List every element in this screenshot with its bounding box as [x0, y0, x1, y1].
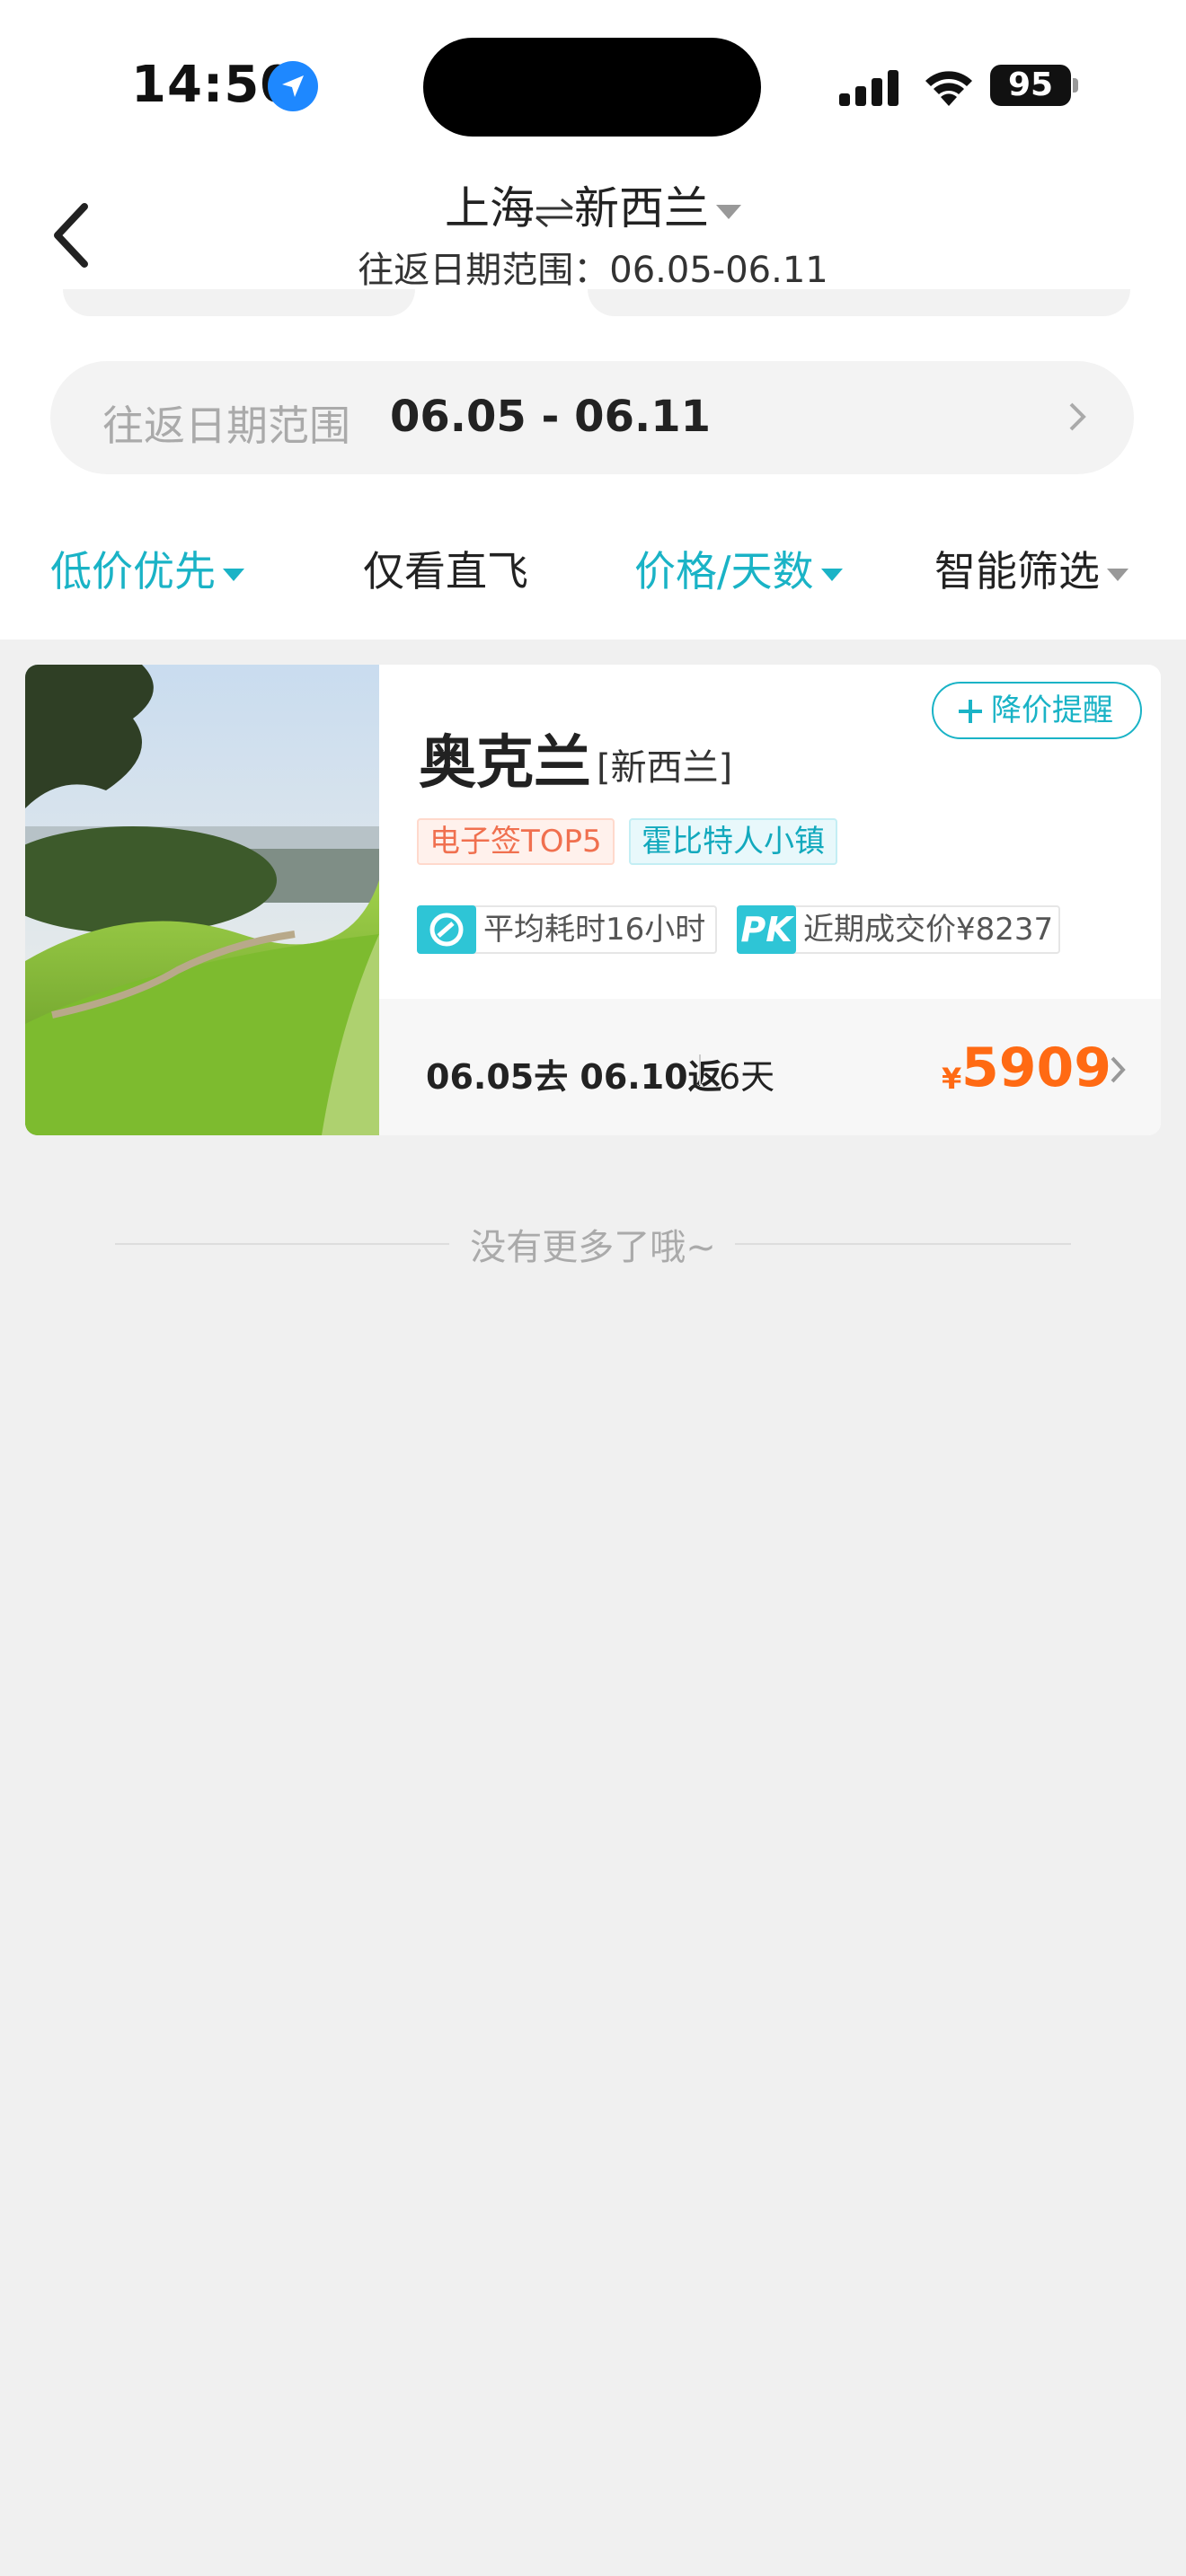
route-title[interactable]: 上海 新西兰 — [0, 172, 1186, 237]
pk-label: PK — [740, 910, 792, 949]
avg-duration-chip: 平均耗时16小时 — [417, 905, 717, 954]
chevron-right-icon[interactable] — [1109, 1054, 1127, 1085]
tag-hobbiton: 霍比特人小镇 — [629, 818, 837, 865]
recent-price-chip: PK 近期成交价¥8237 — [737, 905, 1060, 954]
filter-direct-only[interactable]: 仅看直飞 — [363, 539, 528, 598]
cellular-signal-icon — [839, 70, 898, 106]
price-currency: ¥ — [942, 1062, 962, 1096]
end-of-list-text: 没有更多了哦~ — [470, 1227, 716, 1268]
caret-down-icon — [716, 204, 741, 219]
date-range-bar[interactable]: 往返日期范围 06.05 - 06.11 — [50, 361, 1134, 474]
round-trip-arrows-icon — [535, 198, 573, 227]
filter-label: 智能筛选 — [934, 547, 1100, 595]
battery-indicator: 95 — [990, 65, 1071, 106]
filter-price-days[interactable]: 价格/天数 — [634, 539, 843, 598]
filter-label: 仅看直飞 — [363, 547, 528, 595]
plus-icon — [959, 700, 982, 723]
filter-low-price[interactable]: 低价优先 — [50, 539, 244, 598]
price-value: 5909 — [961, 1037, 1111, 1099]
collapsed-pill-left — [63, 289, 415, 316]
price-alert-button[interactable]: 降价提醒 — [932, 682, 1142, 739]
route-origin: 上海 — [445, 182, 535, 234]
filter-label: 低价优先 — [50, 547, 216, 595]
caret-down-icon — [223, 568, 244, 581]
chevron-right-icon — [1069, 402, 1086, 431]
route-date-subtitle: 往返日期范围：06.05-06.11 — [358, 250, 828, 291]
trip-dates: 06.05去 06.10返 — [426, 1057, 722, 1097]
location-arrow-icon — [268, 61, 318, 111]
divider — [699, 1054, 701, 1085]
route-destination: 新西兰 — [574, 182, 709, 234]
dynamic-island — [423, 38, 761, 137]
price-alert-label: 降价提醒 — [991, 693, 1113, 728]
destination-photo — [25, 665, 379, 1135]
tag-evisa: 电子签TOP5 — [417, 818, 615, 865]
date-range-label: 往返日期范围 — [102, 401, 350, 450]
wifi-icon — [925, 71, 972, 106]
battery-tip — [1073, 78, 1078, 93]
collapsed-pill-right — [588, 289, 1130, 316]
trip-days: 6天 — [719, 1057, 775, 1097]
caret-down-icon — [1107, 568, 1128, 581]
clock-icon — [417, 905, 476, 954]
date-range-value: 06.05 - 06.11 — [390, 392, 711, 442]
filter-label: 价格/天数 — [634, 547, 814, 595]
caret-down-icon — [820, 568, 843, 581]
destination-country: [新西兰] — [597, 747, 733, 789]
pk-icon: PK — [737, 905, 796, 954]
recent-price-text: 近期成交价¥8237 — [803, 912, 1054, 948]
destination-city: 奥克兰 — [419, 730, 591, 797]
avg-duration-text: 平均耗时16小时 — [483, 912, 706, 948]
filter-smart[interactable]: 智能筛选 — [934, 539, 1128, 598]
